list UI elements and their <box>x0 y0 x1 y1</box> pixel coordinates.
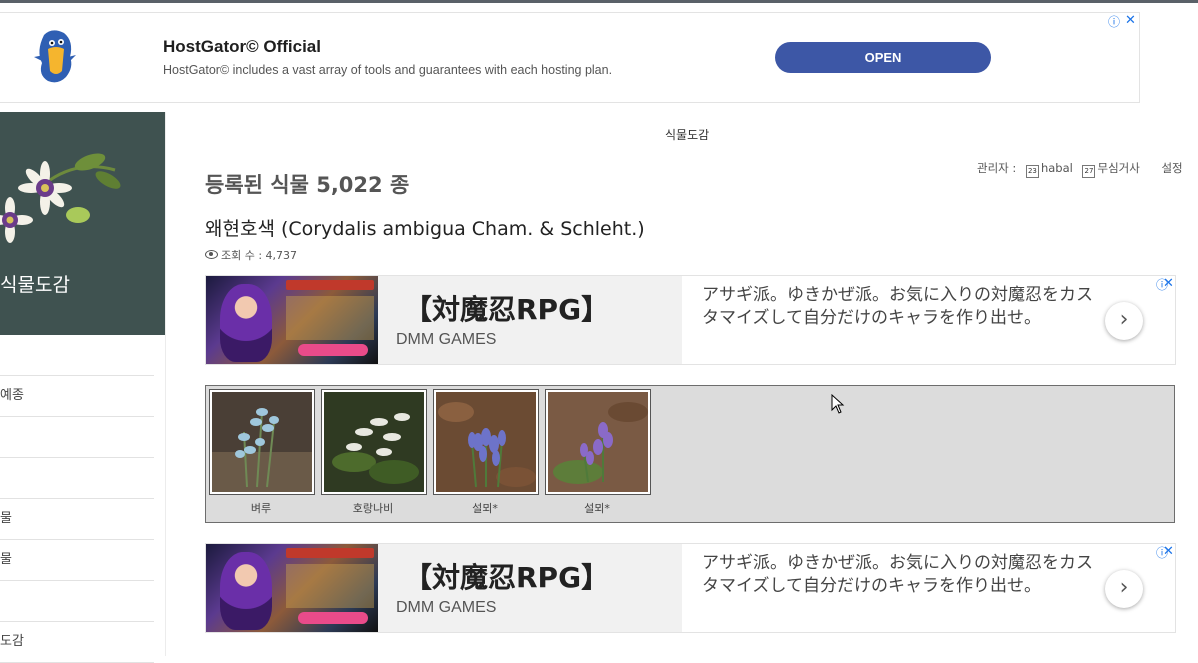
ad-close-icon[interactable]: ✕ <box>1163 276 1174 291</box>
game-advertisement[interactable]: 【対魔忍RPG】 DMM GAMES アサギ派。ゆきかぜ派。お気に入りの対魔忍を… <box>205 275 1176 365</box>
sidebar-item-5[interactable]: 물 <box>0 499 154 540</box>
gallery-thumbnail[interactable] <box>209 389 315 495</box>
plant-photo <box>324 392 424 492</box>
passion-flower-image <box>0 153 121 243</box>
ad-description[interactable]: HostGator© includes a vast array of tool… <box>163 63 612 77</box>
sidebar-item-2[interactable]: 예종 <box>0 376 154 417</box>
ad-title[interactable]: HostGator© Official <box>163 37 321 57</box>
browser-top-line <box>0 0 1198 3</box>
gallery-caption[interactable]: 설뫼* <box>432 500 538 516</box>
sidebar-menu: 예종 물 물 도감 <box>0 335 154 663</box>
ad-banner-image[interactable] <box>206 276 378 364</box>
admin2-name-link[interactable]: 무심거사 <box>1097 161 1139 175</box>
ad-close-icon[interactable]: ✕ <box>1125 13 1136 28</box>
chevron-right-icon[interactable]: › <box>1105 302 1143 340</box>
ad-close-icon[interactable]: ✕ <box>1163 544 1174 559</box>
sidebar-divider <box>165 112 166 656</box>
top-advertisement[interactable]: HostGator© Official HostGator© includes … <box>0 12 1140 103</box>
gallery-caption[interactable]: 호랑나비 <box>320 500 426 516</box>
sidebar-item-6[interactable]: 물 <box>0 540 154 581</box>
view-count-text: 조회 수 : 4,737 <box>221 249 298 262</box>
ad-subtitle[interactable]: DMM GAMES <box>396 599 496 617</box>
game-advertisement[interactable]: 【対魔忍RPG】 DMM GAMES アサギ派。ゆきかぜ派。お気に入りの対魔忍を… <box>205 543 1176 633</box>
ad-banner-image[interactable] <box>206 544 378 632</box>
eye-icon <box>205 250 218 259</box>
ad-text-box[interactable]: アサギ派。ゆきかぜ派。お気に入りの対魔忍をカスタマイズして自分だけのキャラを作り… <box>682 544 1175 632</box>
level-badge-icon: 27 <box>1082 165 1096 178</box>
ad-subtitle[interactable]: DMM GAMES <box>396 331 496 349</box>
admin-info: 관리자 : 23 habal 27 무심거사 설정 <box>977 160 1183 178</box>
ad-text-box[interactable]: アサギ派。ゆきかぜ派。お気に入りの対魔忍をカスタマイズして自分だけのキャラを作り… <box>682 276 1175 364</box>
ad-text[interactable]: アサギ派。ゆきかぜ派。お気に入りの対魔忍をカスタマイズして自分だけのキャラを作り… <box>702 552 1097 598</box>
admin-name-link[interactable]: habal <box>1041 161 1073 175</box>
ad-text[interactable]: アサギ派。ゆきかぜ派。お気に入りの対魔忍をカスタマイズして自分だけのキャラを作り… <box>702 284 1097 330</box>
plant-photo <box>436 392 536 492</box>
level-badge-icon: 23 <box>1025 165 1039 178</box>
gallery-thumbnail[interactable] <box>545 389 651 495</box>
gallery-thumbnail[interactable] <box>433 389 539 495</box>
registered-count-heading: 등록된 식물 5,022 종 <box>205 173 410 197</box>
sidebar-item-1[interactable] <box>0 335 154 376</box>
sidebar-item-4[interactable] <box>0 458 154 499</box>
sidebar-item-7[interactable] <box>0 581 154 622</box>
sidebar-item-3[interactable] <box>0 417 154 458</box>
settings-link[interactable]: 설정 <box>1161 161 1182 175</box>
sidebar-item-8[interactable]: 도감 <box>0 622 154 663</box>
view-count: 조회 수 : 4,737 <box>205 247 297 263</box>
gallery-caption[interactable]: 설뫼* <box>544 500 650 516</box>
gallery-thumbnail[interactable] <box>321 389 427 495</box>
ad-open-button[interactable]: OPEN <box>775 42 991 73</box>
gallery-caption[interactable]: 벼루 <box>208 500 314 516</box>
admin-label: 관리자 : <box>977 161 1017 175</box>
sidebar-header: 식물도감 <box>0 112 165 335</box>
mouse-cursor-icon <box>831 394 845 414</box>
chevron-right-icon[interactable]: › <box>1105 570 1143 608</box>
category-title[interactable]: 식물도감 <box>665 126 709 143</box>
plant-title: 왜현호색 (Corydalis ambigua Cham. & Schleht.… <box>205 218 645 240</box>
photo-gallery: 벼루 호랑나비 설뫼* 설뫼* <box>205 385 1175 523</box>
site-title[interactable]: 식물도감 <box>0 270 70 297</box>
plant-photo <box>212 392 312 492</box>
hostgator-logo-icon <box>34 30 76 83</box>
plant-photo <box>548 392 648 492</box>
ad-title[interactable]: 【対魔忍RPG】 <box>404 556 609 596</box>
adchoices-info-icon[interactable]: ⓘ <box>1108 13 1120 30</box>
ad-title[interactable]: 【対魔忍RPG】 <box>404 288 609 328</box>
